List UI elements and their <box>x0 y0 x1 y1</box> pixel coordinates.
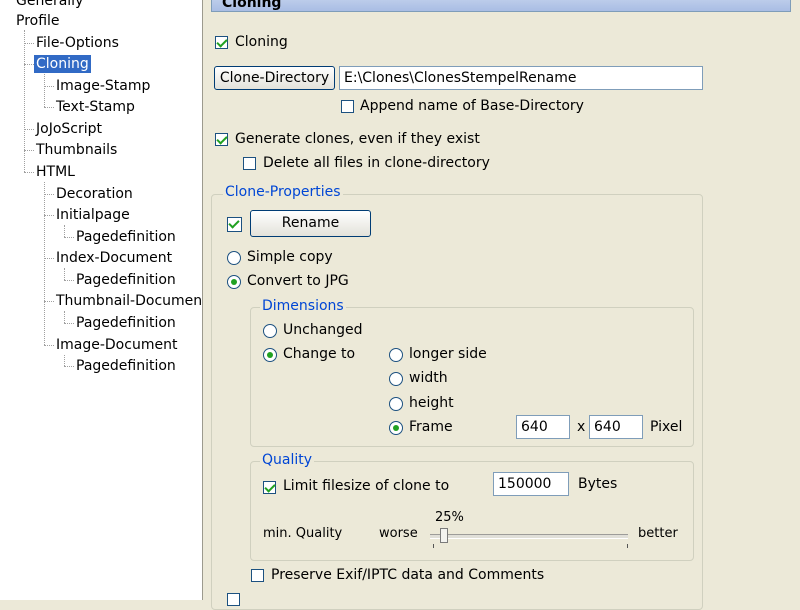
limit-filesize-input[interactable]: 150000 <box>493 472 569 496</box>
longer-side-radio[interactable] <box>389 348 403 362</box>
tree-line <box>64 355 65 366</box>
change-to-label: Change to <box>283 346 356 362</box>
cloning-label: Cloning <box>235 34 288 50</box>
append-name-label: Append name of Base-Directory <box>360 98 584 114</box>
frame-label: Frame <box>409 419 453 435</box>
tree-line <box>44 301 54 302</box>
delete-all-label: Delete all files in clone-directory <box>263 155 490 171</box>
better-label: better <box>638 526 678 541</box>
tree-line <box>64 366 74 367</box>
clone-properties-title: Clone-Properties <box>223 184 343 200</box>
quality-percent-label: 25% <box>435 510 464 525</box>
frame-radio[interactable] <box>389 421 403 435</box>
tree-item-thumbnails[interactable]: Thumbnails <box>34 141 119 159</box>
preserve-exif-checkbox[interactable] <box>251 569 264 582</box>
tree-item-pagedefinition[interactable]: Pagedefinition <box>74 271 178 289</box>
tree-item-pagedefinition[interactable]: Pagedefinition <box>74 228 178 246</box>
tree-line <box>44 74 45 107</box>
width-label: width <box>409 370 448 386</box>
tree-item-jojoscript[interactable]: JoJoScript <box>34 120 104 138</box>
tree-item-file-options[interactable]: File-Options <box>34 34 121 52</box>
dimensions-title: Dimensions <box>260 298 346 314</box>
tree-item-initialpage[interactable]: Initialpage <box>54 206 132 224</box>
tree-line <box>64 237 74 238</box>
panel-header: Cloning <box>211 0 791 12</box>
tree-line <box>24 43 34 44</box>
clone-directory-button[interactable]: Clone-Directory <box>214 66 335 90</box>
rename-checkbox[interactable] <box>227 217 242 232</box>
settings-tree[interactable]: Generally Profile File-Options Cloning I… <box>0 0 203 600</box>
unchanged-radio[interactable] <box>263 324 277 338</box>
simple-copy-label: Simple copy <box>247 249 333 265</box>
frame-unit-label: Pixel <box>650 419 683 435</box>
settings-panel: Cloning Cloning Clone-Directory E:\Clone… <box>203 0 800 610</box>
tree-line <box>24 64 34 65</box>
height-label: height <box>409 395 454 411</box>
tree-item-decoration[interactable]: Decoration <box>54 185 135 203</box>
tree-item-image-document[interactable]: Image-Document <box>54 336 179 354</box>
tree-line <box>44 182 45 345</box>
append-name-checkbox[interactable] <box>341 100 354 113</box>
tree-line <box>24 172 34 173</box>
tree-line <box>64 268 65 280</box>
slider-tick <box>627 544 628 548</box>
tree-item-image-stamp[interactable]: Image-Stamp <box>54 77 152 95</box>
frame-width-input[interactable]: 640 <box>516 415 570 439</box>
tree-item-index-document[interactable]: Index-Document <box>54 249 174 267</box>
tree-item-profile[interactable]: Profile <box>14 12 62 30</box>
change-to-radio[interactable] <box>263 348 277 362</box>
tree-line <box>44 258 54 259</box>
tree-line <box>44 194 54 195</box>
tree-line <box>64 280 74 281</box>
tree-line <box>44 107 54 108</box>
generate-clones-label: Generate clones, even if they exist <box>235 131 480 147</box>
clone-directory-input[interactable]: E:\Clones\ClonesStempelRename <box>339 66 703 90</box>
width-radio[interactable] <box>389 372 403 386</box>
limit-filesize-checkbox[interactable] <box>263 481 276 494</box>
tree-line <box>64 225 65 237</box>
min-quality-label: min. Quality <box>263 526 343 541</box>
generate-clones-checkbox[interactable] <box>215 133 228 146</box>
tree-line <box>64 323 74 324</box>
convert-jpg-label: Convert to JPG <box>247 273 349 289</box>
unchanged-label: Unchanged <box>283 322 363 338</box>
worse-label: worse <box>379 526 418 541</box>
limit-filesize-label: Limit filesize of clone to <box>283 478 450 494</box>
convert-jpg-radio[interactable] <box>227 275 241 289</box>
height-radio[interactable] <box>389 397 403 411</box>
tree-line <box>64 311 65 323</box>
longer-side-label: longer side <box>409 346 487 362</box>
tree-item-pagedefinition[interactable]: Pagedefinition <box>74 357 178 375</box>
frame-x-separator: x <box>577 419 586 435</box>
tree-item-html[interactable]: HTML <box>34 163 77 181</box>
quality-slider-thumb[interactable] <box>440 528 448 543</box>
simple-copy-radio[interactable] <box>227 251 241 265</box>
cloning-checkbox[interactable] <box>215 36 228 49</box>
tree-line <box>44 215 54 216</box>
delete-all-checkbox[interactable] <box>243 157 256 170</box>
tree-line <box>44 86 54 87</box>
tree-line <box>24 150 34 151</box>
slider-tick <box>433 544 434 548</box>
quality-slider-track[interactable] <box>430 534 628 539</box>
tree-line <box>24 129 34 130</box>
quality-title: Quality <box>260 452 315 468</box>
rename-button[interactable]: Rename <box>250 210 371 237</box>
tree-item-cloning[interactable]: Cloning <box>34 55 91 73</box>
tree-item-text-stamp[interactable]: Text-Stamp <box>54 98 137 116</box>
tree-item-pagedefinition[interactable]: Pagedefinition <box>74 314 178 332</box>
tree-item-generally[interactable]: Generally <box>14 0 85 10</box>
limit-filesize-unit: Bytes <box>578 476 618 492</box>
frame-height-input[interactable]: 640 <box>589 415 643 439</box>
preserve-exif-label: Preserve Exif/IPTC data and Comments <box>271 567 545 583</box>
tree-line <box>44 345 54 346</box>
tree-item-thumbnail-document[interactable]: Thumbnail-Document <box>54 292 202 310</box>
